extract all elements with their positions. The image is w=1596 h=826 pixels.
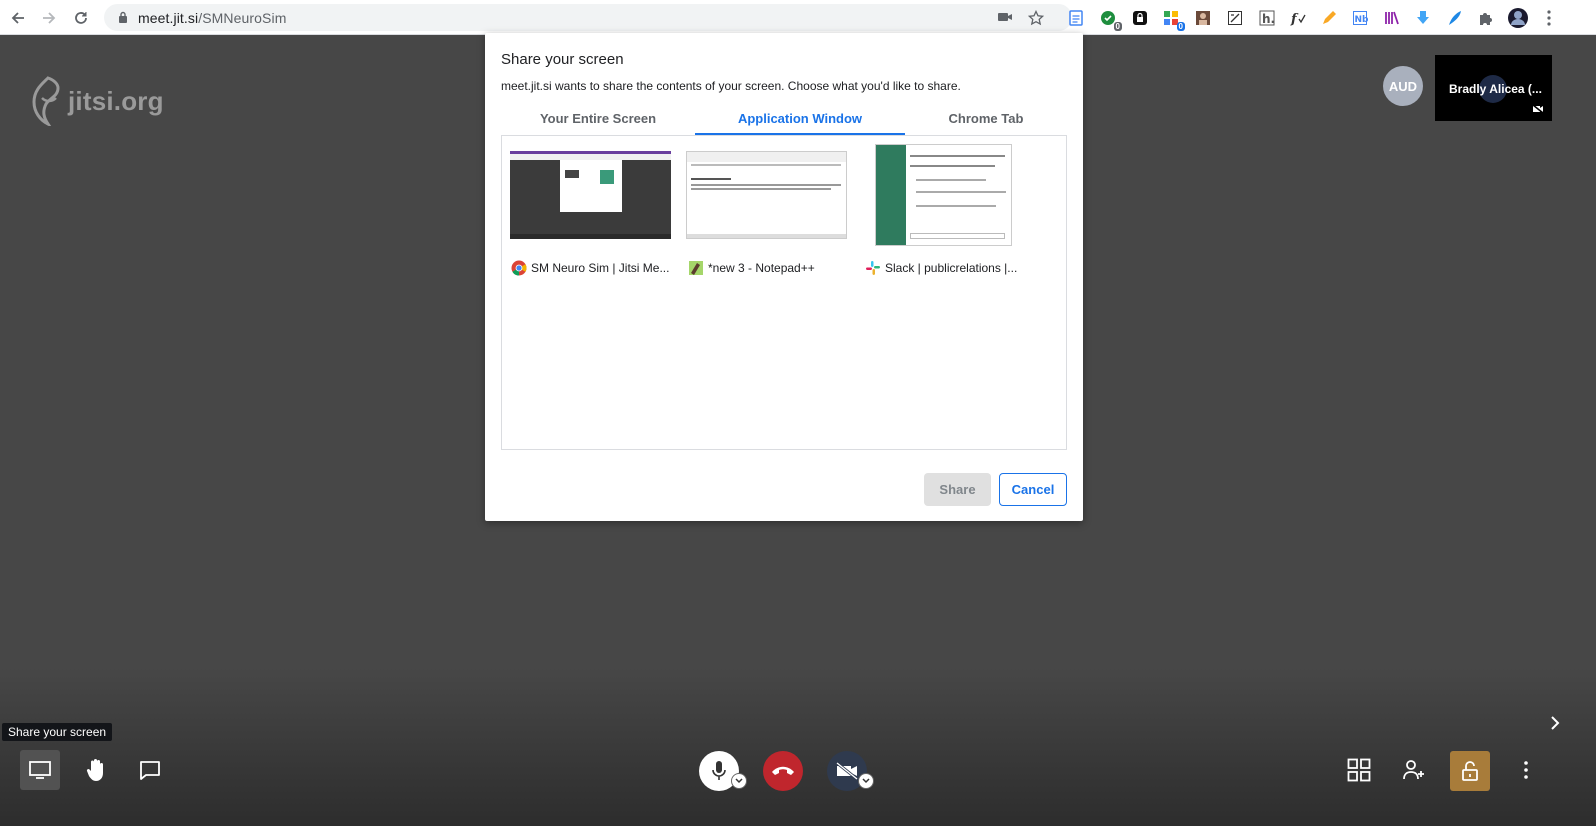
feather-extension-icon[interactable] (1445, 8, 1465, 28)
password-lock-extension-icon[interactable] (1130, 8, 1150, 28)
shield-extension-icon[interactable]: 0 (1098, 8, 1122, 31)
source-label: Slack | publicrelations |... (865, 260, 1017, 276)
address-bar[interactable]: meet.jit.si/SMNeuroSim (104, 4, 1072, 31)
more-options-button[interactable] (1506, 750, 1546, 790)
svg-text:h.: h. (1262, 12, 1275, 26)
camera-in-use-icon[interactable] (997, 10, 1013, 24)
notepadpp-icon (689, 261, 703, 275)
logo-text: jitsi.org (68, 85, 164, 116)
docs-extension-icon[interactable] (1066, 8, 1086, 28)
video-options-button[interactable] (858, 773, 874, 789)
microphone-icon (712, 761, 726, 780)
share-tabs: Your Entire Screen Application Window Ch… (501, 107, 1067, 135)
audio-options-button[interactable] (731, 773, 747, 789)
hypothesis-extension-icon[interactable]: h. (1257, 8, 1277, 28)
reload-icon (75, 12, 87, 24)
pencil-extension-icon[interactable] (1319, 8, 1339, 28)
source-label: *new 3 - Notepad++ (688, 260, 815, 276)
source-name: Slack | publicrelations |... (885, 261, 1018, 275)
svg-text:Nb: Nb (1355, 15, 1369, 25)
tile-view-button[interactable] (1339, 750, 1379, 790)
participant-name: Bradly Alicea (... (1449, 82, 1542, 96)
puzzle-color-extension-icon[interactable]: 0 (1161, 8, 1185, 31)
dialog-description: meet.jit.si wants to share the contents … (501, 79, 961, 93)
video-muted-icon (1532, 104, 1544, 114)
back-button[interactable] (5, 5, 31, 31)
formula-extension-icon[interactable] (1225, 8, 1245, 28)
download-extension-icon[interactable] (1413, 8, 1433, 28)
browser-toolbar: meet.jit.si/SMNeuroSim 0 0 h. f Nb (0, 0, 1596, 35)
chat-icon (140, 761, 160, 780)
share-button[interactable]: Share (924, 473, 991, 506)
security-options-button[interactable] (1450, 751, 1490, 791)
back-arrow-icon (11, 12, 24, 24)
source-chrome-window[interactable]: SM Neuro Sim | Jitsi Me... (509, 142, 685, 278)
tooltip: Share your screen (2, 723, 113, 741)
profile-avatar-icon[interactable] (1507, 7, 1529, 29)
share-screen-dialog: Share your screen meet.jit.si wants to s… (485, 33, 1083, 521)
tile-grid-icon (1347, 758, 1371, 782)
window-thumbnail (510, 151, 671, 239)
tab-application-window[interactable]: Application Window (695, 107, 905, 135)
source-name: SM Neuro Sim | Jitsi Me... (531, 261, 670, 275)
source-notepadpp-window[interactable]: *new 3 - Notepad++ (686, 142, 862, 278)
hand-icon (86, 759, 103, 781)
jitsi-swirl-icon (32, 76, 60, 126)
add-user-icon (1403, 760, 1424, 780)
chat-button[interactable] (130, 750, 170, 790)
raise-hand-button[interactable] (76, 750, 116, 790)
chevron-right-icon[interactable] (1549, 714, 1561, 732)
dialog-title: Share your screen (501, 51, 624, 68)
url-text: meet.jit.si/SMNeuroSim (138, 10, 286, 26)
source-list: SM Neuro Sim | Jitsi Me... *new 3 - Note… (501, 135, 1067, 450)
nb-extension-icon[interactable]: Nb (1350, 8, 1370, 28)
invite-people-button[interactable] (1394, 750, 1434, 790)
video-off-icon (836, 761, 858, 781)
window-thumbnail (686, 151, 847, 239)
source-name: *new 3 - Notepad++ (708, 261, 815, 275)
extension-badge: 0 (1176, 22, 1185, 31)
browser-menu-icon[interactable] (1539, 8, 1559, 28)
source-label: SM Neuro Sim | Jitsi Me... (511, 260, 669, 276)
participant-thumbnail[interactable]: Bradly Alicea (... (1435, 55, 1552, 121)
forward-arrow-icon (43, 12, 56, 24)
chrome-icon (511, 260, 527, 276)
window-thumbnail (875, 144, 1012, 246)
share-screen-button[interactable] (20, 750, 60, 790)
cancel-button[interactable]: Cancel (999, 473, 1067, 506)
chevron-down-icon (735, 778, 743, 784)
library-extension-icon[interactable] (1382, 8, 1402, 28)
more-vertical-icon (1524, 761, 1528, 779)
extensions-puzzle-icon[interactable] (1476, 8, 1496, 28)
jitsi-logo[interactable]: jitsi.org (30, 76, 164, 126)
participant-avatar[interactable]: AUD (1383, 66, 1423, 106)
extension-badge: 0 (1113, 22, 1122, 31)
tab-entire-screen[interactable]: Your Entire Screen (501, 107, 695, 135)
reload-button[interactable] (68, 5, 94, 31)
photo-extension-icon[interactable] (1193, 8, 1213, 28)
url-path: /SMNeuroSim (198, 10, 287, 26)
chevron-down-icon (862, 778, 870, 784)
hangup-button[interactable] (763, 751, 803, 791)
slack-icon (866, 261, 880, 275)
function-extension-icon[interactable]: f (1288, 8, 1308, 28)
svg-text:f: f (1290, 12, 1299, 26)
phone-hangup-icon (772, 766, 794, 775)
unlock-icon (1462, 761, 1478, 781)
lock-icon (119, 11, 127, 23)
bookmark-star-icon[interactable] (1028, 10, 1044, 26)
forward-button[interactable] (36, 5, 62, 31)
url-host: meet.jit.si (138, 10, 199, 26)
source-slack-window[interactable]: Slack | publicrelations |... (863, 142, 1039, 278)
tab-chrome-tab[interactable]: Chrome Tab (905, 107, 1067, 135)
screen-share-icon (29, 761, 51, 779)
